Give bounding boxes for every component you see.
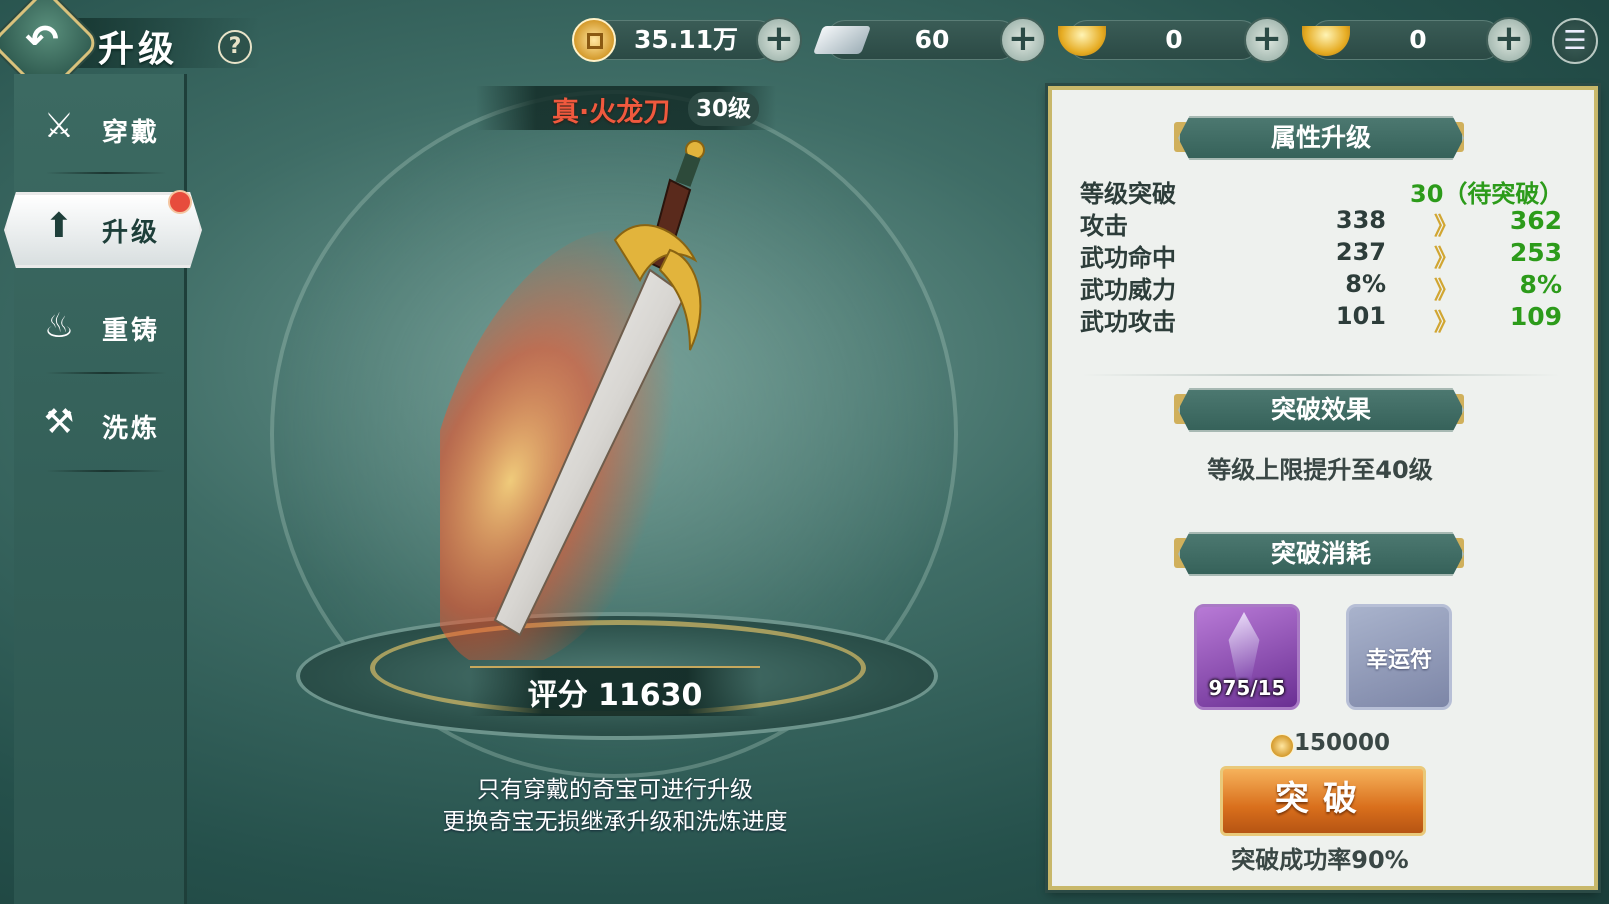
- stat-label: 攻击: [1080, 212, 1128, 240]
- stat-old-value: 8%: [1345, 270, 1386, 298]
- stat-new-value: 362: [1509, 206, 1562, 235]
- stat-old-value: 237: [1335, 238, 1386, 266]
- coin-cost: 150000: [1294, 730, 1391, 756]
- page-title: 升级: [98, 29, 179, 70]
- level-break-label: 等级突破: [1080, 180, 1176, 208]
- breakthrough-button[interactable]: 突破: [1220, 766, 1426, 836]
- level-break-value: 30（待突破）: [1410, 180, 1564, 208]
- section-header-cost: 突破消耗: [1178, 532, 1464, 576]
- hint-text: 只有穿戴的奇宝可进行升级: [477, 777, 753, 803]
- lucky-charm-label: 幸运符: [1365, 648, 1432, 673]
- menu-list-button[interactable]: ☰: [1552, 18, 1598, 64]
- sidebar-item-label: 洗炼: [102, 414, 161, 444]
- help-button[interactable]: ?: [218, 30, 252, 64]
- stat-new-value: 253: [1509, 238, 1562, 267]
- notification-dot: [168, 190, 192, 214]
- stat-label: 武功攻击: [1080, 308, 1176, 336]
- back-arrow-icon: ↶: [25, 17, 59, 63]
- currency-gold-value: 0: [1409, 25, 1427, 54]
- sidebar-item-label: 升级: [102, 218, 161, 248]
- success-rate: 突破成功率90%: [1231, 846, 1409, 874]
- flame-icon: ♨: [43, 306, 75, 346]
- double-chevron-icon: 》: [1434, 244, 1458, 272]
- section-header-attributes: 属性升级: [1178, 116, 1464, 160]
- sidebar-item-label: 重铸: [102, 316, 161, 346]
- double-chevron-icon: 》: [1434, 308, 1458, 336]
- hint-text: 更换奇宝无损继承升级和洗炼进度: [442, 809, 788, 835]
- add-locked-gold-button[interactable]: +: [1244, 17, 1290, 63]
- section-header-effect: 突破效果: [1178, 388, 1464, 432]
- add-silver-button[interactable]: +: [1000, 17, 1046, 63]
- double-chevron-icon: 》: [1434, 276, 1458, 304]
- stat-new-value: 109: [1509, 302, 1562, 331]
- add-copper-button[interactable]: +: [756, 17, 802, 63]
- sidebar-divider: [46, 470, 166, 472]
- anvil-icon: ⚒: [43, 402, 75, 442]
- panel-divider: [1082, 374, 1560, 376]
- crossed-swords-icon: ⚔: [43, 106, 75, 146]
- effect-description: 等级上限提升至40级: [1207, 456, 1433, 484]
- stat-new-value: 8%: [1519, 270, 1562, 299]
- sidebar-divider: [46, 372, 166, 374]
- double-chevron-icon: 》: [1434, 212, 1458, 240]
- stat-old-value: 101: [1335, 302, 1386, 330]
- sword-image: [440, 140, 705, 660]
- stat-old-value: 338: [1335, 206, 1386, 234]
- sidebar-item-label: 穿戴: [102, 118, 161, 148]
- stat-label: 武功命中: [1080, 244, 1176, 272]
- currency-locked-gold-value: 0: [1165, 25, 1183, 54]
- copper-coin-icon: [1270, 734, 1294, 758]
- material-count: 975/15: [1208, 676, 1286, 700]
- currency-silver-value: 60: [914, 25, 950, 54]
- weapon-score: 评分 11630: [527, 678, 703, 713]
- copper-coin-icon: [572, 18, 616, 62]
- add-gold-button[interactable]: +: [1486, 17, 1532, 63]
- sidebar-divider: [46, 172, 166, 174]
- upgrade-arrow-icon: ⬆: [44, 206, 74, 246]
- stat-label: 武功威力: [1080, 276, 1176, 304]
- currency-copper-value: 35.11万: [633, 25, 739, 54]
